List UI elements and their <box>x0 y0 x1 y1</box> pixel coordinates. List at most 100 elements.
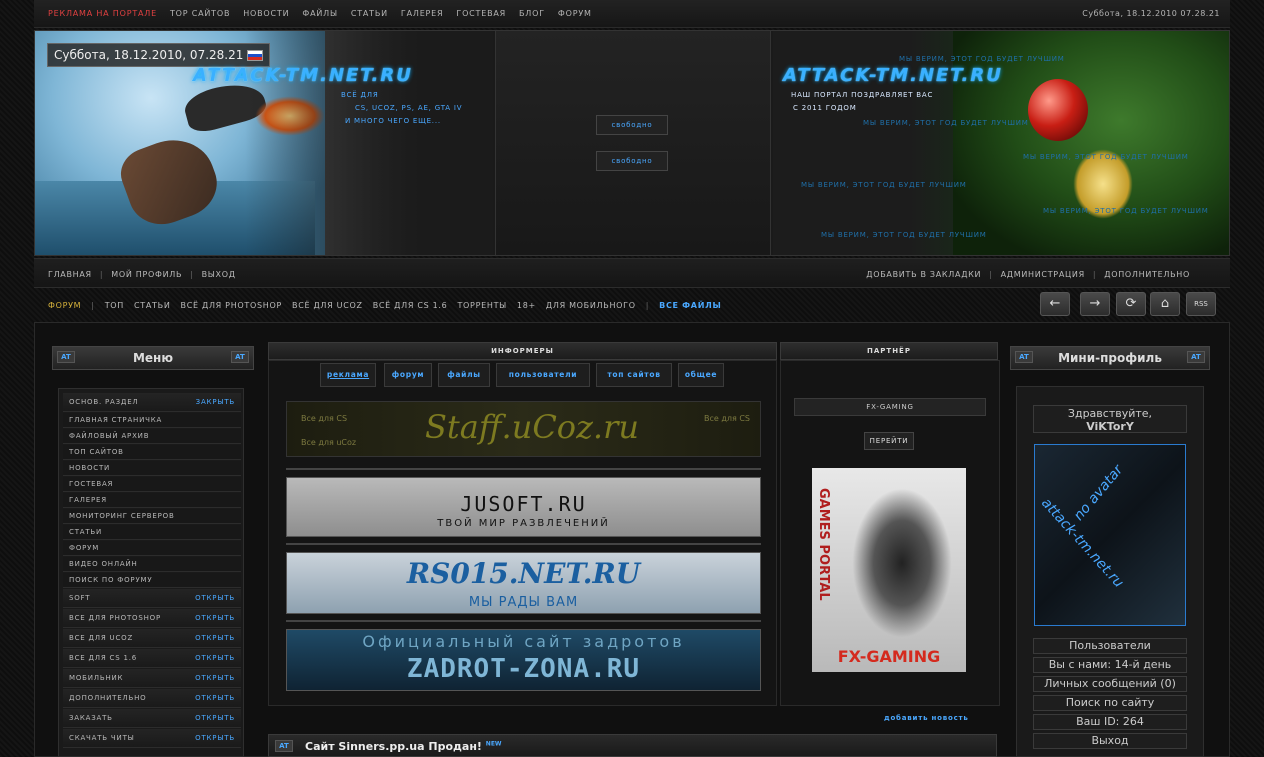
free-slot-1[interactable]: свободно <box>596 115 668 135</box>
tab-files[interactable]: файлы <box>438 363 490 387</box>
nav-admin[interactable]: АДМИНИСТРАЦИЯ <box>1001 270 1085 279</box>
top-nav-top[interactable]: ТОР САЙТОВ <box>170 9 230 18</box>
cat-cs16[interactable]: ВСЁ ДЛЯ CS 1.6 <box>373 301 448 310</box>
cat-ucoz[interactable]: ВСЁ ДЛЯ UCOZ <box>292 301 363 310</box>
menu-item-forum-search[interactable]: ПОИСК ПО ФОРУМУ <box>63 573 241 588</box>
menu-item-forum[interactable]: ФОРУМ <box>63 541 241 556</box>
mini-logout-link[interactable]: Выход <box>1033 733 1187 749</box>
user-nav-bar: ГЛАВНАЯ | МОЙ ПРОФИЛЬ | ВЫХОД ДОБАВИТЬ В З… <box>34 258 1230 288</box>
menu-group-open[interactable]: ОТКРЫТЬ <box>195 709 235 728</box>
top-nav-articles[interactable]: СТАТЬИ <box>351 9 388 18</box>
menu-item-articles[interactable]: СТАТЬИ <box>63 525 241 540</box>
congrats-line-1: НАШ ПОРТАЛ ПОЗДРАВЛЯЕТ ВАС <box>791 91 934 99</box>
banner-zadrot-sub: Официальный сайт задротов <box>362 632 685 651</box>
banner-staff-ucoz[interactable]: Staff.uCoz.ru Все для CS Все для uCoz Вс… <box>286 401 761 457</box>
logo-left[interactable]: ATTACK-TM.NET.RU <box>193 65 413 86</box>
menu-group-extra[interactable]: ДОПОЛНИТЕЛЬНО ОТКРЫТЬ <box>63 689 241 708</box>
partner-go-button[interactable]: ПЕРЕЙТИ <box>864 432 914 450</box>
menu-section-close[interactable]: ЗАКРЫТЬ <box>196 393 235 412</box>
avatar[interactable]: no avatar attack-tm.net.ru <box>1034 444 1186 626</box>
top-nav-ads[interactable]: Реклама на портале <box>48 9 157 18</box>
add-news-link[interactable]: добавить новость <box>884 714 969 722</box>
cat-photoshop[interactable]: ВСЁ ДЛЯ PHOTOSHOP <box>181 301 282 310</box>
menu-group-open[interactable]: ОТКРЫТЬ <box>195 689 235 708</box>
nav-bookmark[interactable]: ДОБАВИТЬ В ЗАКЛАДКИ <box>866 270 981 279</box>
home-icon[interactable]: ⌂ <box>1150 292 1180 316</box>
tab-users[interactable]: пользователи <box>496 363 590 387</box>
top-nav-files[interactable]: ФАЙЛЫ <box>302 9 337 18</box>
menu-group-open[interactable]: ОТКРЫТЬ <box>195 609 235 628</box>
menu-section-main[interactable]: ОСНОВ. РАЗДЕЛ ЗАКРЫТЬ <box>63 393 241 412</box>
mini-messages-link[interactable]: Личных сообщений (0) <box>1033 676 1187 692</box>
top-nav-blog[interactable]: БЛОГ <box>519 9 545 18</box>
menu-group-photoshop[interactable]: ВСЕ ДЛЯ PHOTOSHOP ОТКРЫТЬ <box>63 609 241 628</box>
partner-header: ПАРТНЁР <box>780 342 998 360</box>
menu-item-top[interactable]: ТОП САЙТОВ <box>63 445 241 460</box>
menu-item-news[interactable]: НОВОСТИ <box>63 461 241 476</box>
menu-group-soft[interactable]: SOFT ОТКРЫТЬ <box>63 589 241 608</box>
menu-item-gallery[interactable]: ГАЛЕРЕЯ <box>63 493 241 508</box>
menu-item-video[interactable]: ВИДЕО ОНЛАЙН <box>63 557 241 572</box>
cat-articles[interactable]: СТАТЬИ <box>134 301 171 310</box>
menu-group-label: SOFT <box>69 594 91 602</box>
tagline-line-3: И МНОГО ЧЕГО ЕЩЕ... <box>345 117 441 125</box>
menu-group-mobile[interactable]: МОБИЛЬНИК ОТКРЫТЬ <box>63 669 241 688</box>
tab-ads[interactable]: реклама <box>320 363 376 387</box>
nav-profile[interactable]: МОЙ ПРОФИЛЬ <box>111 270 182 279</box>
menu-item-home[interactable]: ГЛАВНАЯ СТРАНИЧКА <box>63 413 241 428</box>
free-slot-2[interactable]: свободно <box>596 151 668 171</box>
banner-zadrot[interactable]: Официальный сайт задротов ZADROT-ZONA.RU <box>286 629 761 691</box>
news-title-text: Сайт Sinners.pp.ua Продан! <box>305 740 482 753</box>
menu-item-files[interactable]: ФАЙЛОВЫЙ АРХИВ <box>63 429 241 444</box>
partner-banner-image[interactable]: GAMES PORTAL FX-GAMING <box>812 468 966 672</box>
tab-forum[interactable]: форум <box>384 363 432 387</box>
tab-top-sites[interactable]: топ сайтов <box>596 363 672 387</box>
refresh-icon[interactable]: ⟳ <box>1116 292 1146 316</box>
faint-text-5: МЫ ВЕРИМ, ЭТОТ ГОД БУДЕТ ЛУЧШИМ <box>1043 207 1209 215</box>
menu-group-open[interactable]: ОТКРЫТЬ <box>195 589 235 608</box>
menu-group-open[interactable]: ОТКРЫТЬ <box>195 729 235 748</box>
banner-staff-small-1: Все для CS <box>301 414 348 423</box>
banner-jusoft[interactable]: JUSOFT.RU ТВОЙ МИР РАЗВЛЕЧЕНИЙ <box>286 477 761 537</box>
top-nav-forum[interactable]: ФОРУМ <box>558 9 592 18</box>
banner-staff-small-3: Все для CS <box>703 414 750 423</box>
menu-group-cs16[interactable]: ВСЕ ДЛЯ CS 1.6 ОТКРЫТЬ <box>63 649 241 668</box>
cat-top[interactable]: ТОП <box>105 301 124 310</box>
menu-group-cheats[interactable]: СКАЧАТЬ ЧИТЫ ОТКРЫТЬ <box>63 729 241 748</box>
cat-torrents[interactable]: ТОРРЕНТЫ <box>457 301 506 310</box>
menu-group-open[interactable]: ОТКРЫТЬ <box>195 629 235 648</box>
forward-arrow-icon[interactable]: → <box>1080 292 1110 316</box>
at-badge-icon: AT <box>275 740 293 752</box>
back-arrow-icon[interactable]: ← <box>1040 292 1070 316</box>
menu-item-monitoring[interactable]: МОНИТОРИНГ СЕРВЕРОВ <box>63 509 241 524</box>
menu-group-label: ВСЕ ДЛЯ UCOZ <box>69 634 134 642</box>
rss-icon[interactable]: RSS <box>1186 292 1216 316</box>
nav-home[interactable]: ГЛАВНАЯ <box>48 270 92 279</box>
nav-logout[interactable]: ВЫХОД <box>202 270 236 279</box>
menu-group-open[interactable]: ОТКРЫТЬ <box>195 669 235 688</box>
top-nav-guestbook[interactable]: ГОСТЕВАЯ <box>456 9 506 18</box>
cat-all-files[interactable]: ВСЕ ФАЙЛЫ <box>659 301 721 310</box>
menu-group-ucoz[interactable]: ВСЕ ДЛЯ UCOZ ОТКРЫТЬ <box>63 629 241 648</box>
banner-rs015-text: RS015.NET.RU <box>406 557 641 590</box>
logo-right[interactable]: ATTACK-TM.NET.RU <box>783 65 1003 86</box>
mini-user-id: Ваш ID: 264 <box>1033 714 1187 730</box>
top-nav-news[interactable]: НОВОСТИ <box>243 9 289 18</box>
top-bar: Реклама на портале ТОР САЙТОВ НОВОСТИ ФА… <box>34 0 1230 28</box>
cat-18plus[interactable]: 18+ <box>517 301 536 310</box>
menu-group-open[interactable]: ОТКРЫТЬ <box>195 649 235 668</box>
nav-extra[interactable]: ДОПОЛНИТЕЛЬНО <box>1104 270 1190 279</box>
tab-general[interactable]: общее <box>678 363 724 387</box>
top-nav-gallery[interactable]: ГАЛЕРЕЯ <box>401 9 443 18</box>
menu-group-label: ЗАКАЗАТЬ <box>69 714 113 722</box>
banner-rs015[interactable]: RS015.NET.RU МЫ РАДЫ ВАМ <box>286 552 761 614</box>
menu-group-order[interactable]: ЗАКАЗАТЬ ОТКРЫТЬ <box>63 709 241 728</box>
cat-mobile[interactable]: ДЛЯ МОБИЛЬНОГО <box>546 301 636 310</box>
news-title[interactable]: Сайт Sinners.pp.ua Продан! NEW <box>305 740 502 753</box>
mini-days: Вы с нами: 14-й день <box>1033 657 1187 673</box>
menu-item-guestbook[interactable]: ГОСТЕВАЯ <box>63 477 241 492</box>
menu-group-label: СКАЧАТЬ ЧИТЫ <box>69 734 135 742</box>
mini-search-link[interactable]: Поиск по сайту <box>1033 695 1187 711</box>
mini-users-link[interactable]: Пользователи <box>1033 638 1187 654</box>
cat-forum[interactable]: ФОРУМ <box>48 301 81 310</box>
